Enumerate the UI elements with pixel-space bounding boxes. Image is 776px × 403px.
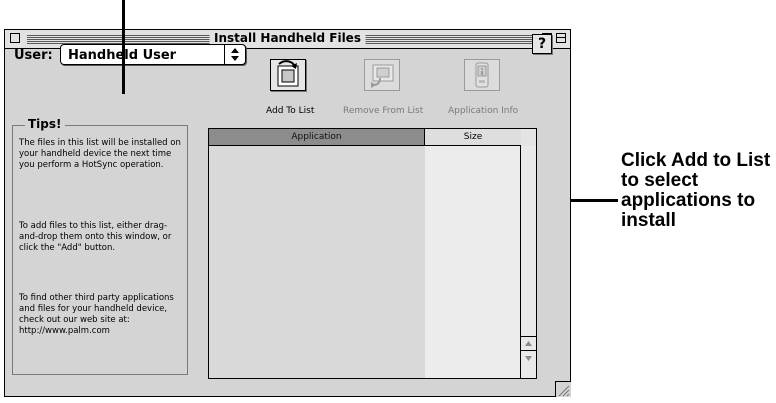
application-info-label: Application Info bbox=[448, 106, 519, 116]
add-to-list-button[interactable]: Add To List bbox=[263, 59, 343, 121]
tips-paragraph-2: To add files to this list, either drag-a… bbox=[19, 221, 172, 253]
vertical-scrollbar[interactable] bbox=[520, 146, 536, 378]
scroll-down-button[interactable] bbox=[521, 350, 536, 364]
help-button[interactable]: ? bbox=[532, 34, 552, 54]
callout-line-top-vertical-overlay bbox=[122, 29, 125, 94]
close-box-icon[interactable] bbox=[10, 33, 20, 43]
resize-grip-icon[interactable] bbox=[555, 381, 571, 397]
column-header-application[interactable]: Application bbox=[209, 129, 425, 146]
size-column bbox=[425, 129, 521, 378]
add-to-list-label: Add To List bbox=[266, 106, 315, 116]
scroll-up-button[interactable] bbox=[521, 336, 536, 350]
user-label: User: bbox=[14, 48, 53, 63]
remove-from-list-button[interactable]: Remove From List bbox=[342, 59, 432, 121]
application-column bbox=[209, 129, 425, 378]
updown-arrows-icon bbox=[224, 45, 245, 64]
remove-from-list-icon bbox=[364, 59, 400, 91]
install-file-list[interactable]: Application Size bbox=[208, 128, 537, 379]
window-title: Install Handheld Files bbox=[209, 31, 366, 45]
tips-box: Tips! The files in this list will be ins… bbox=[12, 117, 188, 375]
add-to-list-icon bbox=[270, 59, 306, 91]
column-header-size[interactable]: Size bbox=[425, 129, 521, 146]
remove-from-list-label: Remove From List bbox=[343, 106, 424, 116]
tips-paragraph-3: To find other third party applications a… bbox=[19, 293, 174, 336]
callout-text: Click Add to List to select applications… bbox=[621, 150, 771, 231]
collapse-box-icon[interactable] bbox=[556, 33, 566, 43]
user-select[interactable]: Handheld User bbox=[60, 44, 246, 65]
tips-paragraph-1: The files in this list will be installed… bbox=[19, 138, 181, 170]
application-info-icon bbox=[464, 59, 500, 91]
application-info-button[interactable]: Application Info bbox=[444, 59, 524, 121]
tips-title: Tips! bbox=[25, 117, 65, 131]
